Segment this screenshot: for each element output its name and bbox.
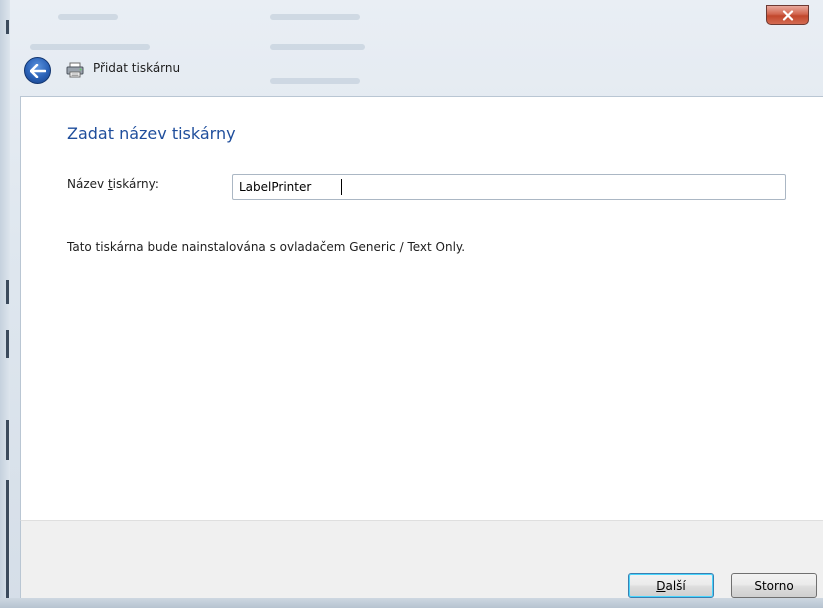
- background-blur: [270, 78, 360, 84]
- page-heading: Zadat název tiskárny: [67, 124, 236, 143]
- label-text-prefix: Název: [67, 177, 108, 191]
- background-blur: [58, 14, 118, 20]
- driver-info-text: Tato tiskárna bude nainstalována s ovlad…: [67, 240, 466, 254]
- window-left-edge: [0, 0, 10, 608]
- wizard-title: Přidat tiskárnu: [93, 61, 181, 75]
- background-blur: [30, 44, 150, 50]
- printer-icon: [66, 62, 84, 78]
- wizard-content: Zadat název tiskárny Název tiskárny: Tat…: [20, 96, 823, 520]
- text-caret: [341, 179, 342, 195]
- window-bottom-edge: [0, 598, 823, 608]
- background-blur: [270, 44, 365, 50]
- back-arrow-icon: [29, 63, 46, 78]
- label-text-suffix: iskárny:: [112, 177, 159, 191]
- close-icon: [782, 9, 793, 21]
- back-button[interactable]: [24, 57, 51, 84]
- printer-name-input[interactable]: [232, 174, 786, 200]
- next-mnemonic: D: [656, 578, 666, 593]
- close-button[interactable]: [766, 5, 809, 25]
- background-blur: [270, 14, 360, 20]
- cancel-button[interactable]: Storno: [731, 573, 817, 598]
- next-button[interactable]: Další: [628, 573, 714, 598]
- next-label: alší: [665, 578, 686, 593]
- printer-name-label: Název tiskárny:: [67, 177, 159, 191]
- wizard-footer: Další Storno: [20, 520, 823, 608]
- add-printer-window: Přidat tiskárnu Zadat název tiskárny Náz…: [0, 0, 823, 608]
